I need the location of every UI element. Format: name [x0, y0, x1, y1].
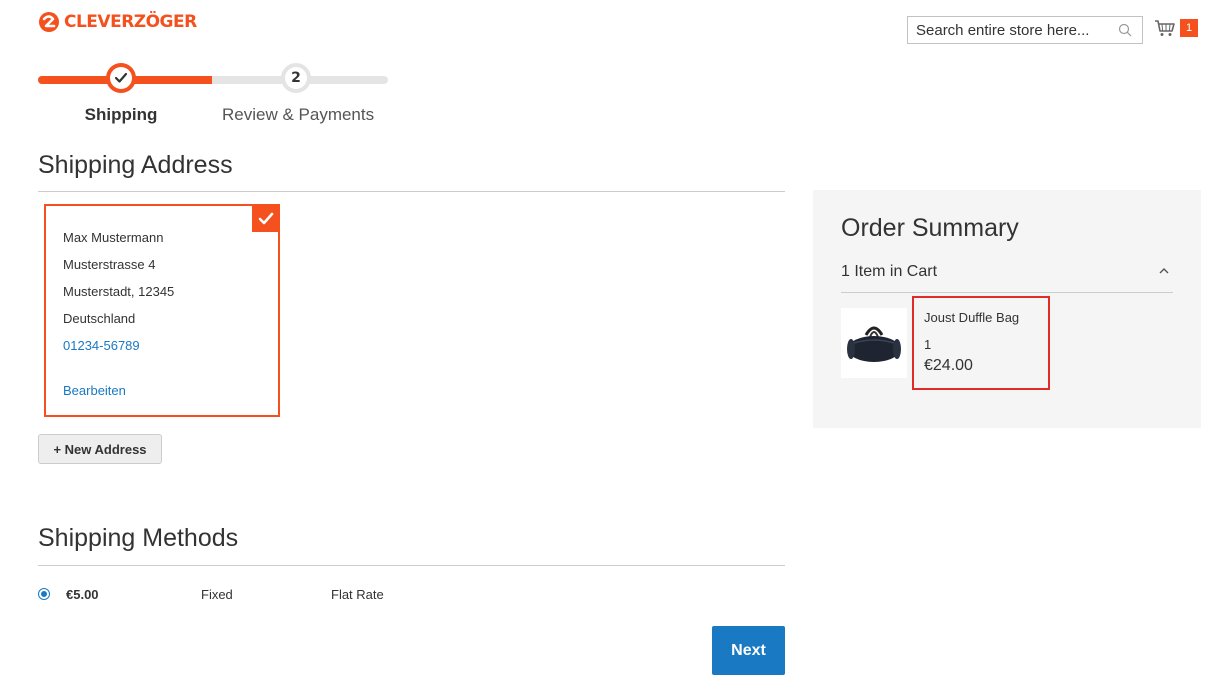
new-address-button[interactable]: + New Address: [38, 434, 162, 464]
selected-check: [252, 204, 280, 232]
address-phone-link[interactable]: 01234-56789: [63, 338, 140, 353]
search-input[interactable]: [908, 21, 1116, 39]
section-divider: [38, 191, 785, 192]
brand-name: CLEVERZÖGER: [64, 12, 197, 32]
address-city: Musterstadt, 12345: [63, 284, 175, 299]
minicart[interactable]: 1: [1154, 19, 1198, 37]
address-card-selected[interactable]: Max Mustermann Musterstrasse 4 Mustersta…: [44, 204, 280, 417]
items-in-cart-toggle[interactable]: 1 Item in Cart: [841, 263, 937, 281]
order-summary-title: Order Summary: [841, 214, 1019, 242]
cart-count-badge: 1: [1180, 19, 1198, 37]
method-type: Fixed: [201, 587, 233, 602]
product-qty: 1: [924, 337, 932, 352]
next-button[interactable]: Next: [712, 626, 785, 675]
shipping-methods-title: Shipping Methods: [38, 524, 239, 552]
step-review-label[interactable]: Review & Payments: [222, 105, 374, 125]
duffle-bag-image: [847, 326, 901, 362]
cart-icon[interactable]: [1154, 19, 1176, 37]
chevron-up-icon[interactable]: [1158, 266, 1170, 276]
order-summary-panel: Order Summary 1 Item in Cart Joust Duffl…: [813, 190, 1201, 428]
step-review-marker[interactable]: 2: [281, 63, 311, 93]
product-name: Joust Duffle Bag: [924, 310, 1020, 325]
store-logo[interactable]: CLEVERZÖGER: [38, 8, 197, 36]
edit-address-link[interactable]: Bearbeiten: [63, 383, 126, 398]
section-divider: [38, 565, 785, 566]
method-price: €5.00: [66, 587, 99, 602]
product-price: €24.00: [924, 357, 973, 374]
checkmark-icon: [258, 212, 274, 224]
product-thumbnail: [841, 308, 907, 378]
address-street: Musterstrasse 4: [63, 257, 156, 272]
step-shipping-label: Shipping: [84, 105, 158, 124]
step-number: 2: [285, 67, 307, 89]
address-country: Deutschland: [63, 311, 136, 326]
address-name: Max Mustermann: [63, 230, 164, 245]
checkmark-icon: [114, 72, 128, 83]
method-carrier: Flat Rate: [331, 587, 384, 602]
step-shipping-marker: [106, 63, 136, 93]
shipping-method-radio[interactable]: [38, 588, 50, 600]
logo-mark-icon: [39, 12, 59, 32]
shipping-address-title: Shipping Address: [38, 151, 233, 179]
search-box[interactable]: [907, 16, 1143, 44]
summary-divider: [841, 292, 1173, 293]
search-icon[interactable]: [1118, 23, 1132, 37]
